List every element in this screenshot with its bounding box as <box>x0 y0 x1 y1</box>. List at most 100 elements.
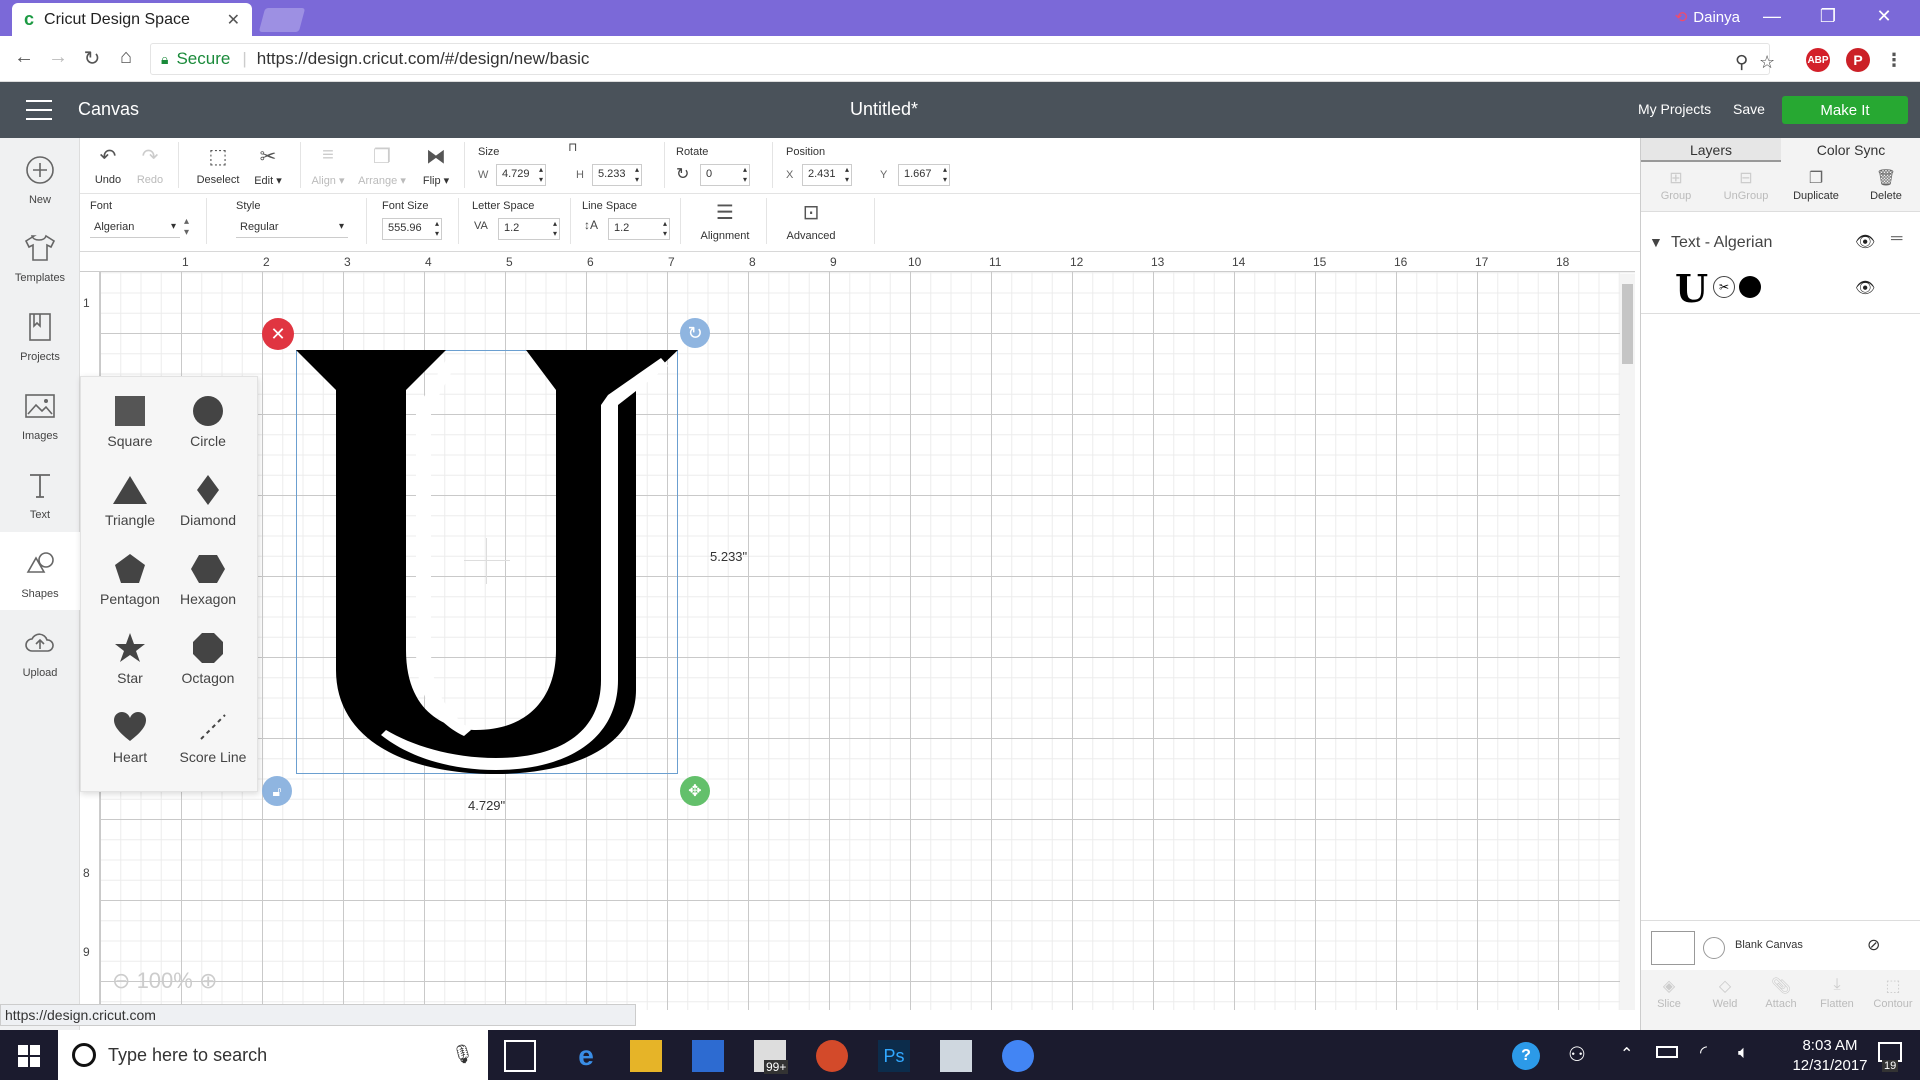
visibility-eye-icon[interactable]: 👁︎ <box>1855 232 1875 252</box>
microphone-icon[interactable]: 🎙︎ <box>451 1044 474 1065</box>
sidebar-item-new[interactable]: New <box>0 138 80 216</box>
align-dropdown[interactable]: ≡ Align ▾ <box>306 144 350 187</box>
arrange-dropdown[interactable]: ❐ Arrange ▾ <box>354 144 410 187</box>
people-icon[interactable]: ⚇ <box>1568 1042 1586 1067</box>
attach-button[interactable]: 📎︎ Attach <box>1753 976 1809 1010</box>
menu-dots-icon[interactable]: ⋮ <box>1882 48 1906 72</box>
shape-circle[interactable]: Circle <box>168 395 248 449</box>
blank-canvas-row[interactable]: Blank Canvas ⊘ <box>1641 920 1920 970</box>
sidebar-item-images[interactable]: Images <box>0 374 80 452</box>
notepad-icon[interactable] <box>940 1040 972 1072</box>
minimize-icon[interactable]: — <box>1752 6 1792 27</box>
store-icon[interactable] <box>692 1040 724 1072</box>
design-canvas[interactable]: 1 2 3 4 5 6 7 8 9 10 11 12 13 14 15 16 1… <box>80 252 1635 1010</box>
shape-diamond[interactable]: Diamond <box>168 474 248 528</box>
save-button[interactable]: Save <box>1733 101 1765 117</box>
sidebar-item-templates[interactable]: Templates <box>0 216 80 294</box>
lock-aspect-icon[interactable]: ⊓ <box>568 140 577 154</box>
shape-square[interactable]: Square <box>90 395 170 449</box>
profile-button[interactable]: ⟲ Dainya <box>1675 8 1740 26</box>
windows-start-icon[interactable] <box>18 1045 40 1067</box>
file-explorer-icon[interactable] <box>630 1040 662 1072</box>
flip-dropdown[interactable]: ⧓ Flip ▾ <box>414 144 458 187</box>
wifi-icon[interactable]: ◜ <box>1700 1042 1707 1063</box>
delete-button[interactable]: 🗑︎ Delete <box>1851 168 1920 202</box>
duplicate-button[interactable]: ❐ Duplicate <box>1781 168 1851 202</box>
slice-button[interactable]: ◈ Slice <box>1641 976 1697 1010</box>
layer-item-u[interactable]: U ✂ 👁︎ <box>1641 264 1920 314</box>
home-icon[interactable]: ⌂ <box>112 46 140 69</box>
reload-icon[interactable]: ↻ <box>78 46 106 71</box>
chrome-icon[interactable] <box>1002 1040 1034 1072</box>
tray-chevron-icon[interactable]: ⌃ <box>1620 1044 1633 1064</box>
sidebar-item-shapes[interactable]: Shapes <box>0 532 80 610</box>
my-projects-link[interactable]: My Projects <box>1638 101 1711 117</box>
font-size-input[interactable]: 555.96 <box>382 218 442 240</box>
height-input[interactable]: 5.233 <box>592 164 642 186</box>
sidebar-item-projects[interactable]: Projects <box>0 295 80 373</box>
taskbar-search-input[interactable]: Type here to search 🎙︎ <box>58 1030 488 1080</box>
group-button[interactable]: ⊞ Group <box>1641 168 1711 202</box>
position-y-input[interactable]: 1.667 <box>898 164 950 186</box>
letter-space-input[interactable]: 1.2 <box>498 218 560 240</box>
task-view-icon[interactable] <box>504 1040 536 1072</box>
undo-button[interactable]: ↶ Undo <box>90 144 126 186</box>
shape-hexagon[interactable]: Hexagon <box>168 553 248 607</box>
adblock-icon[interactable]: ABP <box>1806 48 1830 72</box>
volume-icon[interactable]: 🔈︎ <box>1738 1042 1749 1063</box>
width-input[interactable]: 4.729 <box>496 164 546 186</box>
pinterest-icon[interactable]: P <box>1846 48 1870 72</box>
style-select[interactable]: Regular <box>236 218 348 238</box>
contour-button[interactable]: ⬚ Contour <box>1865 976 1920 1010</box>
zoom-level[interactable]: ⊖ 100% ⊕ <box>112 968 217 994</box>
help-icon[interactable]: ? <box>1512 1042 1540 1070</box>
alignment-dropdown[interactable]: ☰ Alignment <box>690 200 760 242</box>
zoom-in-icon[interactable]: ⊕ <box>199 968 217 993</box>
document-title[interactable]: Untitled* <box>0 99 1768 120</box>
new-tab-button[interactable] <box>258 8 306 32</box>
tab-color-sync[interactable]: Color Sync <box>1781 138 1920 162</box>
photoshop-icon[interactable]: Ps <box>878 1040 910 1072</box>
back-icon[interactable]: ← <box>10 46 38 69</box>
cut-icon[interactable]: ✂ <box>1713 276 1735 298</box>
tab-layers[interactable]: Layers <box>1641 138 1781 162</box>
layer-eye-icon[interactable]: 👁︎ <box>1855 278 1875 298</box>
shape-octagon[interactable]: Octagon <box>168 632 248 686</box>
browser-tab-active[interactable]: c Cricut Design Space ✕ <box>12 3 252 36</box>
blank-canvas-color-icon[interactable] <box>1703 937 1725 959</box>
notifications-icon[interactable] <box>1878 1042 1902 1062</box>
line-space-input[interactable]: 1.2 <box>608 218 670 240</box>
font-select[interactable]: Algerian <box>90 218 180 238</box>
position-x-input[interactable]: 2.431 <box>802 164 852 186</box>
battery-icon[interactable] <box>1656 1046 1678 1058</box>
url-input[interactable]: 🔒︎ Secure | https://design.cricut.com/#/… <box>150 43 1775 75</box>
close-window-icon[interactable]: ✕ <box>1864 6 1904 27</box>
weld-button[interactable]: ◇ Weld <box>1697 976 1753 1010</box>
edge-icon[interactable]: e <box>570 1040 602 1072</box>
shape-heart[interactable]: Heart <box>90 711 170 765</box>
redo-button[interactable]: ↷ Redo <box>132 144 168 186</box>
shape-star[interactable]: Star <box>90 632 170 686</box>
advanced-dropdown[interactable]: ⊡ Advanced <box>776 200 846 242</box>
rotate-input[interactable]: 0 <box>700 164 750 186</box>
sidebar-item-text[interactable]: Text <box>0 453 80 531</box>
taskbar-clock[interactable]: 8:03 AM 12/31/2017 <box>1792 1036 1868 1076</box>
make-it-button[interactable]: Make It <box>1782 96 1908 124</box>
collapse-caret-icon[interactable]: ▼ <box>1649 234 1663 250</box>
edit-dropdown[interactable]: ✂ Edit ▾ <box>246 144 290 187</box>
blank-canvas-swatch[interactable] <box>1651 931 1695 965</box>
rotate-handle-icon[interactable]: ↻ <box>680 318 710 348</box>
canvas-scrollbar[interactable] <box>1620 274 1635 1010</box>
shape-pentagon[interactable]: Pentagon <box>90 553 170 607</box>
font-stepper-icon[interactable]: ▴ ▾ <box>184 216 189 238</box>
sidebar-item-upload[interactable]: Upload <box>0 611 80 689</box>
shape-triangle[interactable]: Triangle <box>90 474 170 528</box>
bookmark-star-icon[interactable]: ☆ <box>1759 52 1775 73</box>
ungroup-button[interactable]: ⊟ UnGroup <box>1711 168 1781 202</box>
hide-eye-icon[interactable]: ⊘ <box>1867 935 1880 955</box>
letter-u-shape[interactable] <box>296 350 678 774</box>
deselect-button[interactable]: ⬚ Deselect <box>190 144 246 186</box>
zoom-out-icon[interactable]: ⊖ <box>112 968 130 993</box>
zoom-icon[interactable]: ⚲ <box>1735 52 1748 73</box>
restore-icon[interactable]: ❐ <box>1808 6 1848 27</box>
